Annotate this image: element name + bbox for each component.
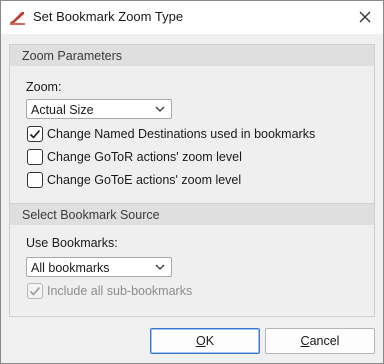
use-bookmarks-select[interactable]: All bookmarks bbox=[26, 257, 172, 277]
named-destinations-checkbox[interactable] bbox=[27, 126, 43, 142]
gotor-label: Change GoToR actions' zoom level bbox=[47, 150, 242, 164]
group-header: Select Bookmark Source bbox=[10, 204, 374, 225]
close-icon bbox=[359, 11, 371, 23]
zoom-parameters-group: Zoom Parameters Zoom: Actual Size Change… bbox=[9, 44, 375, 228]
use-bookmarks-value: All bookmarks bbox=[31, 261, 110, 275]
gotoe-label: Change GoToE actions' zoom level bbox=[47, 173, 242, 187]
checkmark-icon bbox=[29, 129, 41, 139]
cancel-button[interactable]: Cancel bbox=[265, 328, 375, 354]
sub-bookmarks-checkbox[interactable] bbox=[27, 283, 43, 299]
bookmark-source-group: Select Bookmark Source Use Bookmarks: Al… bbox=[9, 203, 375, 317]
ok-accel: O bbox=[195, 334, 206, 348]
dialog-title: Set Bookmark Zoom Type bbox=[33, 9, 184, 24]
ok-button[interactable]: OK bbox=[150, 328, 260, 354]
dialog-body: Zoom Parameters Zoom: Actual Size Change… bbox=[1, 34, 383, 363]
sub-bookmarks-label: Include all sub-bookmarks bbox=[47, 284, 193, 298]
close-button[interactable] bbox=[347, 1, 383, 33]
title-bar: Set Bookmark Zoom Type bbox=[1, 1, 383, 34]
app-logo-icon bbox=[9, 9, 27, 25]
chevron-down-icon bbox=[155, 106, 165, 112]
chevron-down-icon bbox=[155, 264, 165, 270]
cancel-accel: C bbox=[300, 334, 310, 348]
group-title: Zoom Parameters bbox=[22, 49, 123, 63]
zoom-select-value: Actual Size bbox=[31, 103, 94, 117]
group-title: Select Bookmark Source bbox=[22, 208, 160, 222]
checkmark-icon bbox=[29, 286, 41, 296]
zoom-label: Zoom: bbox=[26, 80, 62, 94]
ok-rest: K bbox=[205, 334, 215, 348]
gotor-checkbox[interactable] bbox=[27, 149, 43, 165]
dialog-window: Set Bookmark Zoom Type Zoom Parameters Z… bbox=[0, 0, 384, 364]
zoom-select[interactable]: Actual Size bbox=[26, 99, 172, 119]
gotoe-checkbox[interactable] bbox=[27, 172, 43, 188]
named-destinations-label: Change Named Destinations used in bookma… bbox=[47, 127, 316, 141]
group-header: Zoom Parameters bbox=[10, 45, 374, 66]
cancel-rest: ancel bbox=[309, 334, 340, 348]
use-bookmarks-label: Use Bookmarks: bbox=[26, 236, 118, 250]
